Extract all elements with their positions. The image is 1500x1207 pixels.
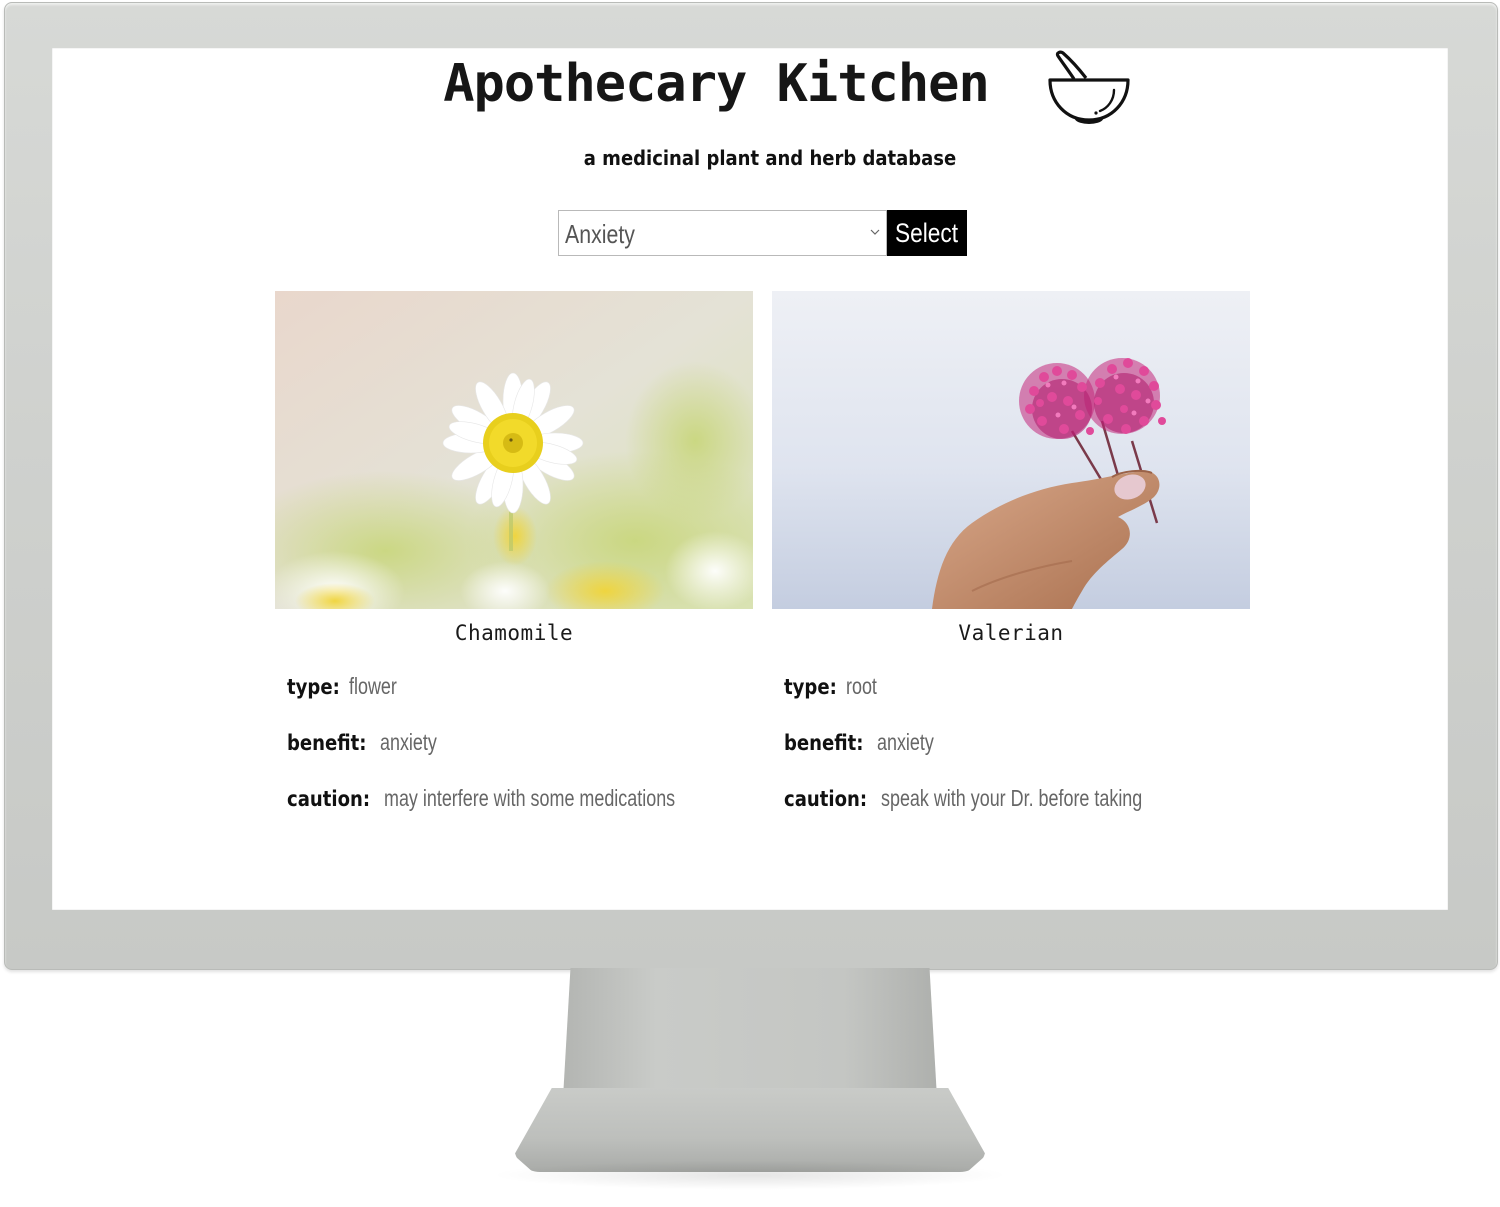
- site-header: Apothecary Kitchen a medicinal plant and…: [52, 48, 1448, 198]
- type-label: type:: [784, 675, 837, 699]
- benefit-value: anxiety: [379, 729, 437, 755]
- plant-caution-row: caution: speak with your Dr. before taki…: [784, 785, 1250, 841]
- monitor-screen: Apothecary Kitchen a medicinal plant and…: [52, 48, 1448, 910]
- plant-name: Valerian: [958, 621, 1064, 645]
- select-button-label: Select: [895, 217, 959, 248]
- valerian-photo: [772, 291, 1250, 609]
- chamomile-photo: [275, 291, 753, 609]
- caution-label: caution:: [784, 787, 868, 811]
- plant-card: Chamomile type: flower benefit: anxiety …: [275, 291, 753, 841]
- caution-value: may interfere with some medications: [383, 785, 675, 811]
- chevron-down-icon: [870, 229, 880, 235]
- benefit-label: benefit:: [784, 731, 864, 755]
- ailment-select-value: Anxiety: [565, 219, 635, 249]
- plant-card: Valerian type: root benefit: anxiety cau…: [772, 291, 1250, 841]
- ailment-picker: Anxiety Select: [558, 210, 967, 256]
- mortar-and-pestle-icon: [1048, 50, 1130, 124]
- type-value: flower: [348, 673, 397, 699]
- plant-type-row: type: root: [784, 673, 1250, 729]
- plant-facts: type: flower benefit: anxiety caution: m…: [275, 673, 753, 841]
- caution-value: speak with your Dr. before taking: [880, 785, 1142, 811]
- plant-facts: type: root benefit: anxiety caution: spe…: [772, 673, 1250, 841]
- type-value: root: [845, 673, 877, 699]
- benefit-value: anxiety: [876, 729, 934, 755]
- site-title: Apothecary Kitchen: [443, 54, 990, 114]
- ailment-select[interactable]: Anxiety: [558, 210, 887, 256]
- monitor-stand-neck: [563, 968, 937, 1098]
- plant-caution-row: caution: may interfere with some medicat…: [287, 785, 753, 841]
- select-button[interactable]: Select: [887, 210, 967, 256]
- site-subtitle: a medicinal plant and herb database: [583, 146, 957, 170]
- plant-name: Chamomile: [454, 621, 574, 645]
- benefit-label: benefit:: [287, 731, 367, 755]
- caution-label: caution:: [287, 787, 371, 811]
- plant-type-row: type: flower: [287, 673, 753, 729]
- monitor-shadow: [490, 1160, 1010, 1190]
- plant-benefit-row: benefit: anxiety: [287, 729, 753, 785]
- type-label: type:: [287, 675, 340, 699]
- plant-benefit-row: benefit: anxiety: [784, 729, 1250, 785]
